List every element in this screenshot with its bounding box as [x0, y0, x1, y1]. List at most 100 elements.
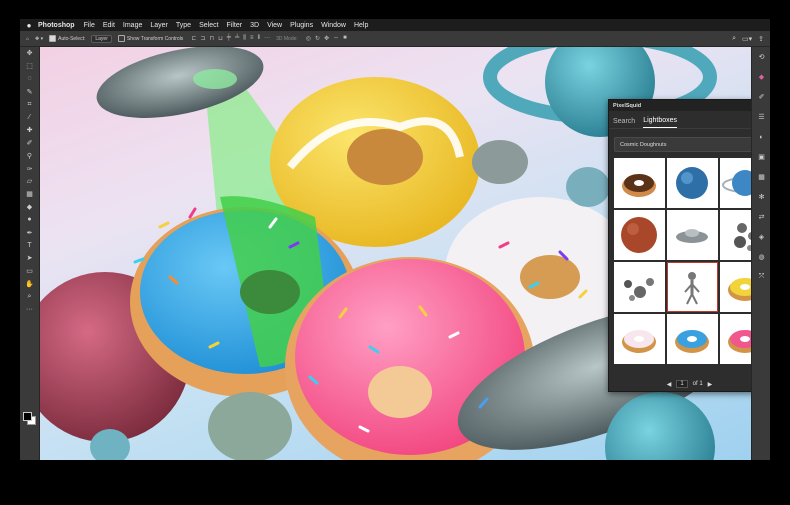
align-middle-icon[interactable]: ╪ — [227, 35, 231, 42]
share-icon[interactable]: ⇪ — [758, 35, 764, 43]
thumbnail-pink-doughnut[interactable] — [720, 314, 751, 364]
lasso-tool-icon[interactable]: ◌ — [20, 73, 39, 86]
dodge-tool-icon[interactable]: ● — [20, 213, 39, 226]
thumbnail-chocolate-doughnut[interactable] — [614, 158, 665, 208]
type-tool-icon[interactable]: T — [20, 239, 39, 252]
plugins-icon[interactable]: ✻ — [752, 187, 770, 207]
thumbnail-red-planet[interactable] — [614, 210, 665, 260]
menu-file[interactable]: File — [84, 22, 95, 29]
3d-roll-icon[interactable]: ↻ — [315, 35, 320, 42]
menu-app-name[interactable]: Photoshop — [38, 22, 75, 29]
search-icon[interactable]: ⌕ — [732, 35, 736, 43]
auto-select-checkbox[interactable] — [49, 35, 57, 42]
menu-3d[interactable]: 3D — [250, 22, 259, 29]
transform-icon[interactable]: ⤧ — [752, 267, 770, 287]
thumbnail-flying-saucer[interactable] — [667, 210, 718, 260]
right-panel-strip: ⟲ ◆ ✐ ☰ ◐ ▣ ▦ ✻ ⇄ ◈ ◍ ⤧ — [751, 47, 770, 460]
distribute-h-icon[interactable]: ⫴ — [258, 35, 261, 42]
thumbnail-ringed-planet[interactable] — [720, 158, 751, 208]
pixelsquid-icon[interactable]: ◆ — [752, 67, 770, 87]
align-center-icon[interactable]: ⊐ — [200, 35, 205, 42]
transform-controls-checkbox[interactable] — [117, 35, 125, 42]
flying-saucer-icon — [676, 229, 708, 243]
layers-icon[interactable]: ◈ — [752, 227, 770, 247]
thumbnail-blue-doughnut[interactable] — [667, 314, 718, 364]
eyedropper-tool-icon[interactable]: ⁄ — [20, 111, 39, 124]
shape-tool-icon[interactable]: ▭ — [20, 265, 39, 278]
3d-slide-icon[interactable]: ⇔ — [333, 35, 339, 42]
menu-select[interactable]: Select — [199, 22, 218, 29]
page-number-input[interactable]: 1 — [676, 380, 688, 388]
adjustments-icon[interactable]: ◐ — [752, 127, 770, 147]
foreground-color-swatch[interactable] — [23, 412, 32, 421]
menu-image[interactable]: Image — [123, 22, 142, 29]
more-tools-icon[interactable]: ··· — [20, 303, 39, 316]
channels-icon[interactable]: ◍ — [752, 247, 770, 267]
align-left-icon[interactable]: ⊏ — [191, 35, 196, 42]
menu-window[interactable]: Window — [321, 22, 346, 29]
libraries-icon[interactable]: ▣ — [752, 147, 770, 167]
stamp-tool-icon[interactable]: ⚲ — [20, 149, 39, 162]
menu-type[interactable]: Type — [176, 22, 191, 29]
history-icon[interactable]: ⟲ — [752, 47, 770, 67]
brushes-icon[interactable]: ✐ — [752, 87, 770, 107]
thumbnail-alien[interactable] — [667, 262, 718, 312]
distribute-icon[interactable]: ⫼ — [243, 35, 246, 42]
eraser-tool-icon[interactable]: ▱ — [20, 175, 39, 188]
brush-tool-icon[interactable]: ✐ — [20, 137, 39, 150]
move-tool-icon[interactable]: ✥ — [20, 47, 39, 60]
blue-doughnut-icon — [675, 330, 709, 353]
tab-search[interactable]: Search — [613, 118, 635, 128]
more-options-icon[interactable]: ··· — [264, 35, 270, 42]
menu-filter[interactable]: Filter — [227, 22, 243, 29]
document-canvas[interactable]: PixelSquid » ≡ Search Lightboxes Cosmic … — [40, 47, 751, 460]
zoom-tool-icon[interactable]: ⌕ — [20, 290, 39, 303]
crop-tool-icon[interactable]: ⌗ — [20, 98, 39, 111]
path-select-tool-icon[interactable]: ➤ — [20, 252, 39, 265]
thumbnail-asteroids[interactable] — [614, 262, 665, 312]
hand-tool-icon[interactable]: ✋ — [20, 277, 39, 290]
3d-pan-icon[interactable]: ✥ — [324, 35, 329, 42]
menu-edit[interactable]: Edit — [103, 22, 115, 29]
red-planet-icon — [621, 217, 657, 253]
align-buttons[interactable]: ⊏ ⊐ ⊓ ⊔ ╪ ╧ ⫼ ≡ ⫴ ··· — [191, 35, 270, 42]
marquee-tool-icon[interactable]: ⬚ — [20, 60, 39, 73]
3d-scale-icon[interactable]: ■ — [343, 35, 347, 42]
ringed-planet-icon — [722, 170, 751, 196]
thumbnail-yellow-doughnut[interactable] — [720, 262, 751, 312]
quick-select-tool-icon[interactable]: ✎ — [20, 85, 39, 98]
distribute-v-icon[interactable]: ≡ — [250, 35, 254, 42]
swatches-icon[interactable]: ▦ — [752, 167, 770, 187]
gradient-tool-icon[interactable]: ▦ — [20, 188, 39, 201]
menu-layer[interactable]: Layer — [150, 22, 168, 29]
workspace-icon[interactable]: ▭▾ — [742, 35, 752, 43]
align-top-icon[interactable]: ⊔ — [218, 35, 223, 42]
thumbnail-asteroid-cluster[interactable] — [720, 210, 751, 260]
options-bar: ⌂ ✥ ▾ Auto-Select: Layer Show Transform … — [20, 31, 770, 47]
tab-lightboxes[interactable]: Lightboxes — [643, 117, 678, 128]
3d-mode-buttons[interactable]: ◎ ↻ ✥ ⇔ ■ — [306, 35, 347, 42]
pen-tool-icon[interactable]: ✒ — [20, 226, 39, 239]
prev-page-icon[interactable]: ◀ — [667, 381, 672, 388]
thumbnail-blue-planet[interactable] — [667, 158, 718, 208]
asteroid — [472, 140, 528, 184]
properties-icon[interactable]: ☰ — [752, 107, 770, 127]
menu-view[interactable]: View — [267, 22, 282, 29]
apple-menu-icon[interactable]: ● — [20, 21, 38, 30]
3d-orbit-icon[interactable]: ◎ — [306, 35, 311, 42]
thumbnail-pink-frosted-doughnut[interactable] — [614, 314, 665, 364]
blur-tool-icon[interactable]: ◆ — [20, 201, 39, 214]
page-total-label: of 1 — [692, 381, 703, 387]
healing-tool-icon[interactable]: ✚ — [20, 124, 39, 137]
align-bottom-icon[interactable]: ╧ — [235, 35, 239, 42]
home-icon[interactable]: ⌂ — [26, 36, 29, 42]
menu-plugins[interactable]: Plugins — [290, 22, 313, 29]
next-page-icon[interactable]: ▶ — [708, 381, 713, 388]
auto-select-dropdown[interactable]: Layer — [91, 34, 112, 43]
menu-help[interactable]: Help — [354, 22, 368, 29]
history-brush-icon[interactable]: ✑ — [20, 162, 39, 175]
align-right-icon[interactable]: ⊓ — [209, 35, 214, 42]
paths-icon[interactable]: ⇄ — [752, 207, 770, 227]
lightbox-dropdown[interactable]: Cosmic Doughnuts ⌄ — [614, 137, 751, 152]
move-tool-icon[interactable]: ✥ ▾ — [35, 36, 43, 42]
